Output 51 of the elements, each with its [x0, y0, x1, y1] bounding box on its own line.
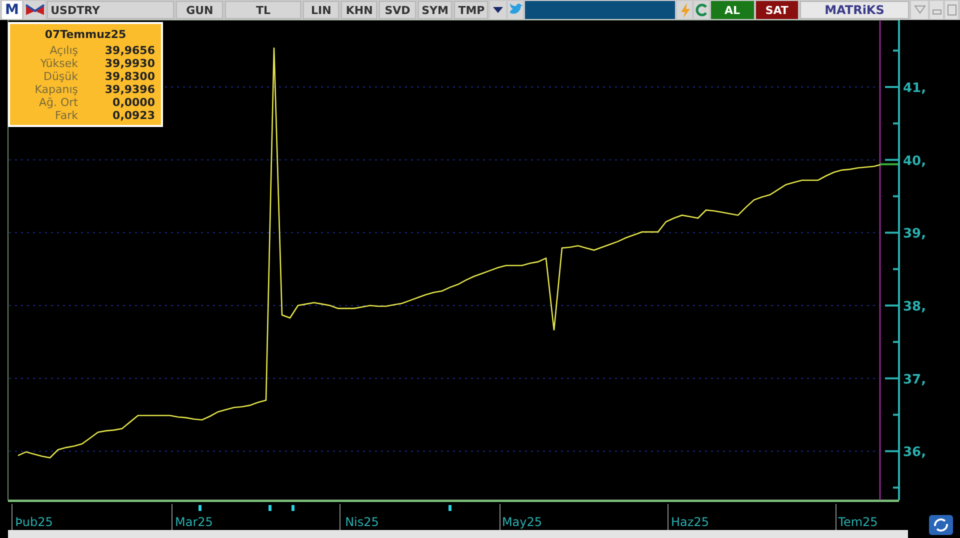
field-label: Düşük [42, 70, 78, 82]
field-label: Fark [54, 108, 78, 122]
field-label: Açılış [48, 44, 78, 56]
event-marker-icon[interactable] [448, 505, 452, 511]
axis-label: 40, [903, 154, 926, 169]
field-label: Yüksek [39, 56, 78, 70]
date-label: 07Temmuz25 [44, 27, 128, 43]
axis-label: 36, [903, 445, 926, 460]
minimize-icon[interactable] [930, 1, 943, 19]
axis-label: 37, [903, 372, 926, 388]
flag-icon[interactable] [24, 1, 45, 19]
dropdown-icon[interactable] [910, 1, 928, 19]
toolbar-button[interactable]: LIN [303, 1, 340, 19]
event-marker-icon[interactable] [198, 505, 202, 511]
last-price-marker [880, 163, 898, 166]
toolbar-button[interactable]: SYM [418, 1, 452, 19]
axis-label: Nis25 [345, 515, 379, 529]
field-label: Kapanış [34, 82, 78, 96]
field-label: Ağ. Ort [38, 96, 78, 108]
event-marker-icon[interactable] [292, 505, 294, 511]
axis-label: 38, [903, 300, 926, 315]
field-value: 39,8300 [104, 70, 155, 82]
axis-label: 39, [903, 226, 926, 242]
brand-button[interactable]: MATRiKS [800, 1, 909, 19]
buy-button[interactable]: AL [710, 1, 754, 19]
toolbar-button[interactable]: TMP [454, 1, 488, 19]
field-value: 39,9396 [104, 82, 155, 96]
toolbar-button[interactable]: KHN [341, 1, 378, 19]
toolbar-button[interactable]: SVD [379, 1, 416, 19]
sell-button[interactable]: SAT [756, 1, 798, 19]
axis-label: Mar25 [175, 515, 213, 529]
field-value: 0,0000 [112, 96, 155, 108]
sync-icon[interactable] [928, 514, 954, 536]
symbol-field[interactable]: USDTRY [46, 1, 174, 19]
axis-label: Haz25 [671, 515, 709, 529]
lightning-icon[interactable] [676, 1, 692, 19]
field-value: 39,9656 [104, 44, 155, 56]
field-value: 39,9930 [104, 56, 155, 70]
logo: M [2, 1, 22, 19]
scrollbar[interactable] [8, 530, 908, 538]
axis-label: May25 [502, 515, 542, 529]
event-marker-icon[interactable] [268, 505, 272, 511]
caret-down-icon[interactable] [490, 1, 506, 19]
axis-label: Þub25 [15, 515, 53, 529]
refresh-icon[interactable] [694, 1, 709, 19]
toolbar-button[interactable]: TL [225, 1, 302, 19]
field-value: 0,0923 [112, 108, 155, 122]
maximize-icon[interactable] [944, 1, 958, 19]
axis-label: 41, [903, 81, 926, 96]
axis-label: Tem25 [838, 515, 878, 529]
toolbar-button[interactable]: GUN [176, 1, 224, 19]
